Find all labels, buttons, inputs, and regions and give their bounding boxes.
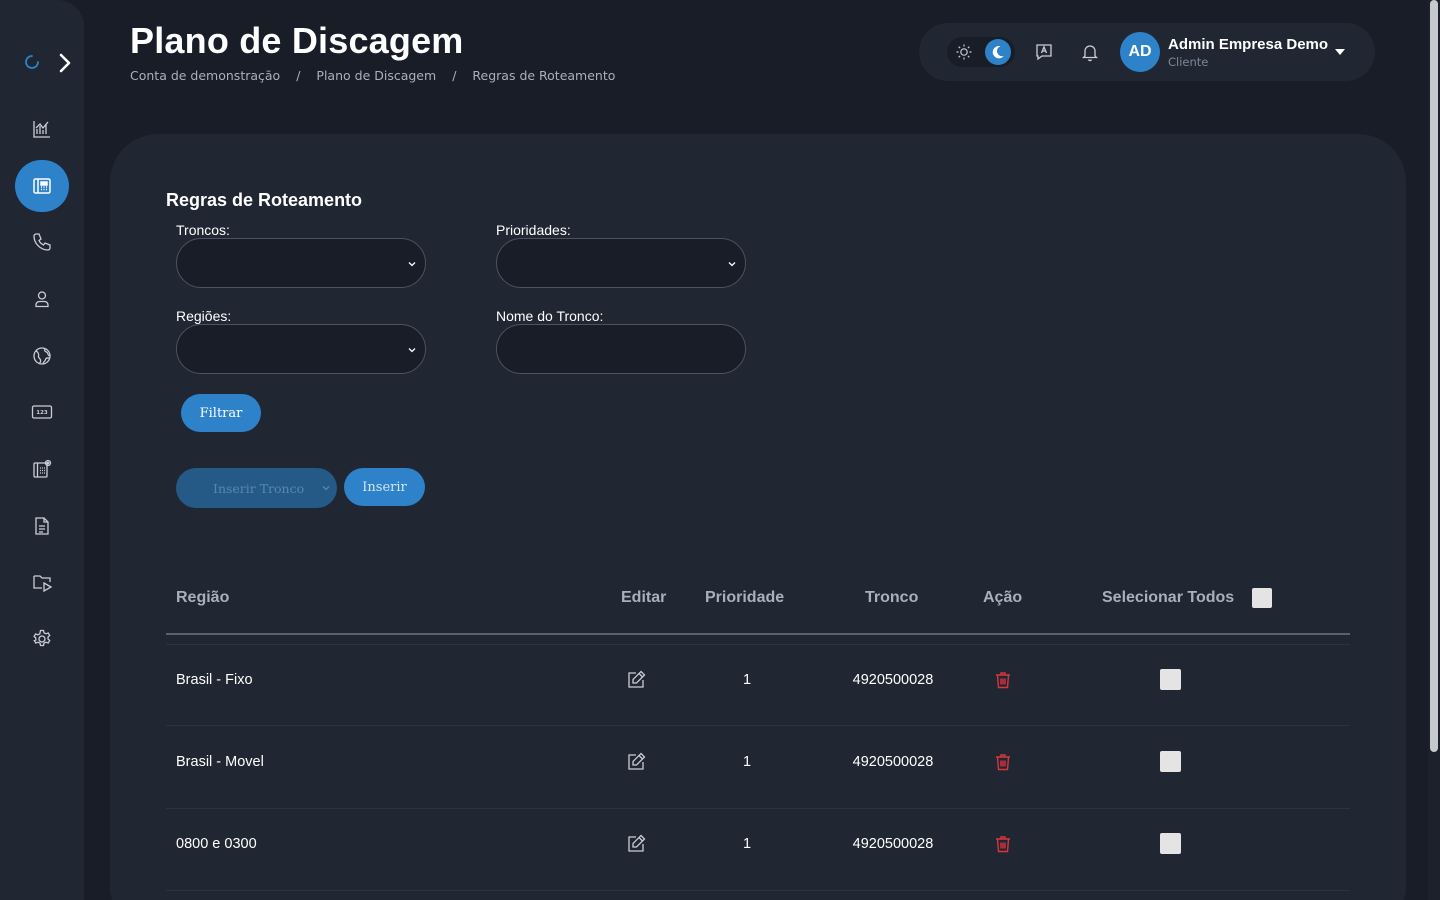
globe-icon bbox=[33, 347, 51, 365]
phone-icon bbox=[33, 233, 51, 251]
sidebar-item-numbers[interactable]: 123 bbox=[15, 386, 69, 438]
row-checkbox[interactable] bbox=[1160, 833, 1181, 854]
column-header-tronco: Tronco bbox=[865, 589, 919, 606]
regioes-label: Regiões: bbox=[176, 308, 232, 324]
cell-prioridade: 1 bbox=[742, 836, 752, 852]
edit-icon[interactable] bbox=[625, 751, 647, 773]
svg-text:123: 123 bbox=[36, 410, 48, 416]
nome-tronco-label: Nome do Tronco: bbox=[496, 308, 604, 324]
sidebar: 123 bbox=[0, 0, 84, 900]
sidebar-item-dashboard[interactable] bbox=[15, 103, 69, 155]
troncos-select[interactable] bbox=[176, 238, 426, 288]
breadcrumb-item-routing-rules: Regras de Roteamento bbox=[472, 68, 616, 83]
row-checkbox[interactable] bbox=[1160, 751, 1181, 772]
nome-tronco-input[interactable] bbox=[496, 324, 746, 374]
table-header-divider bbox=[166, 633, 1350, 635]
regioes-select[interactable] bbox=[176, 324, 426, 374]
chart-icon bbox=[33, 121, 50, 138]
sidebar-item-calls[interactable] bbox=[15, 216, 69, 268]
prioridades-select[interactable] bbox=[496, 238, 746, 288]
numbers-icon: 123 bbox=[31, 405, 53, 419]
sidebar-item-documents[interactable] bbox=[15, 500, 69, 552]
prioridades-label: Prioridades: bbox=[496, 222, 571, 238]
scrollbar-thumb[interactable] bbox=[1430, 0, 1438, 752]
troncos-label: Troncos: bbox=[176, 222, 230, 238]
chat-icon[interactable] bbox=[1034, 42, 1054, 62]
row-divider bbox=[166, 725, 1350, 726]
loading-spinner-icon bbox=[25, 55, 39, 69]
cell-tronco: 4920500028 bbox=[852, 754, 934, 770]
chevron-down-icon bbox=[322, 486, 330, 491]
breadcrumb-separator: / bbox=[452, 68, 457, 83]
column-header-selecionar-todos: Selecionar Todos bbox=[1102, 589, 1235, 606]
sidebar-top bbox=[24, 50, 74, 76]
user-role: Cliente bbox=[1168, 55, 1209, 69]
cell-prioridade: 1 bbox=[742, 754, 752, 770]
edit-icon[interactable] bbox=[625, 669, 647, 691]
routing-rules-card: Regras de Roteamento Troncos: Prioridade… bbox=[110, 134, 1406, 900]
breadcrumb-separator: / bbox=[296, 68, 301, 83]
cell-regiao: Brasil - Fixo bbox=[176, 672, 253, 688]
row-checkbox[interactable] bbox=[1160, 669, 1181, 690]
breadcrumb: Conta de demonstração / Plano de Discage… bbox=[130, 68, 615, 83]
user-icon bbox=[35, 291, 49, 308]
insert-trunk-select[interactable]: Inserir Tronco bbox=[176, 468, 337, 508]
chevron-down-icon bbox=[408, 348, 416, 353]
sidebar-item-regions[interactable] bbox=[15, 330, 69, 382]
page-scrollbar[interactable] bbox=[1428, 0, 1440, 900]
dialplan-icon bbox=[33, 178, 51, 194]
row-divider bbox=[166, 890, 1350, 891]
section-title: Regras de Roteamento bbox=[166, 190, 363, 210]
cell-regiao: Brasil - Movel bbox=[176, 754, 264, 770]
column-header-regiao: Região bbox=[176, 589, 230, 606]
sidebar-item-settings[interactable] bbox=[15, 613, 69, 665]
row-divider bbox=[166, 808, 1350, 809]
top-bar: AD Admin Empresa Demo Cliente bbox=[919, 23, 1375, 81]
insert-button[interactable]: Inserir bbox=[344, 468, 425, 506]
settings-icon bbox=[33, 629, 51, 647]
sun-icon[interactable] bbox=[955, 43, 973, 61]
document-icon bbox=[35, 517, 49, 535]
avatar[interactable]: AD bbox=[1120, 32, 1160, 72]
column-header-prioridade: Prioridade bbox=[705, 589, 785, 606]
select-all-checkbox[interactable] bbox=[1252, 588, 1272, 608]
cell-tronco: 4920500028 bbox=[852, 836, 934, 852]
expand-sidebar-chevron-icon[interactable] bbox=[58, 52, 72, 74]
moon-icon bbox=[992, 45, 1004, 59]
cell-tronco: 4920500028 bbox=[852, 672, 934, 688]
edit-icon[interactable] bbox=[625, 833, 647, 855]
dark-mode-button[interactable] bbox=[985, 39, 1011, 65]
insert-trunk-placeholder: Inserir Tronco bbox=[213, 480, 305, 496]
sidebar-item-media[interactable] bbox=[15, 556, 69, 608]
user-name[interactable]: Admin Empresa Demo bbox=[1168, 36, 1328, 53]
filter-button[interactable]: Filtrar bbox=[181, 394, 261, 432]
breadcrumb-item-dialplan[interactable]: Plano de Discagem bbox=[316, 68, 436, 83]
user-menu-caret-icon[interactable] bbox=[1335, 49, 1345, 55]
breadcrumb-item-account[interactable]: Conta de demonstração bbox=[130, 68, 280, 83]
trash-icon[interactable] bbox=[993, 752, 1013, 772]
theme-toggle[interactable] bbox=[947, 37, 1015, 67]
sidebar-item-dialplan[interactable] bbox=[15, 160, 69, 212]
row-divider bbox=[166, 644, 1350, 645]
sidebar-item-extension-settings[interactable] bbox=[15, 443, 69, 495]
sidebar-item-users[interactable] bbox=[15, 273, 69, 325]
cell-regiao: 0800 e 0300 bbox=[176, 836, 257, 852]
cell-prioridade: 1 bbox=[742, 672, 752, 688]
trash-icon[interactable] bbox=[993, 834, 1013, 854]
column-header-acao: Ação bbox=[983, 589, 1023, 606]
page-title: Plano de Discagem bbox=[130, 20, 464, 61]
extension-settings-icon bbox=[33, 459, 52, 478]
chevron-down-icon bbox=[408, 262, 416, 267]
column-header-editar: Editar bbox=[621, 589, 667, 606]
trash-icon[interactable] bbox=[993, 670, 1013, 690]
bell-icon[interactable] bbox=[1080, 42, 1100, 62]
media-folder-icon bbox=[33, 575, 53, 593]
chevron-down-icon bbox=[728, 262, 736, 267]
